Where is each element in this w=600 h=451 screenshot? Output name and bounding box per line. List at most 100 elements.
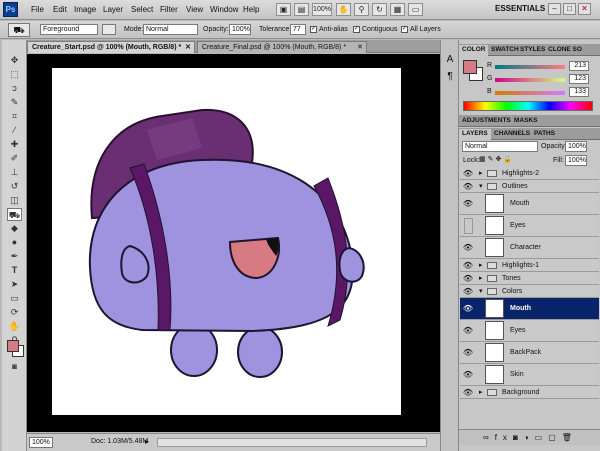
tab-close-icon[interactable]: ✕ [185,42,191,53]
mini-bridge-icon[interactable]: ▤ [294,3,309,16]
eraser-tool-icon[interactable]: ◫ [7,194,22,207]
maximize-icon[interactable]: □ [563,3,576,15]
group-icon[interactable]: ▭ [535,433,549,442]
menu-edit[interactable]: Edit [53,5,67,14]
hand-tool-icon[interactable]: ✋ [7,320,22,333]
menu-view[interactable]: View [186,5,203,14]
group-expand-icon[interactable]: ▸ [479,261,483,269]
screen-mode-icon[interactable]: ▭ [408,3,423,16]
zoom-tool-icon[interactable]: ⚲ [354,3,369,16]
visibility-eye-icon[interactable]: 👁 [461,364,475,385]
blur-tool-icon[interactable]: ◆ [7,222,22,235]
lasso-tool-icon[interactable]: ↄ [7,82,22,95]
mode-select[interactable]: Normal [143,24,198,35]
group-expand-icon[interactable]: ▸ [479,388,483,396]
rotate-view-icon[interactable]: ↻ [372,3,387,16]
opacity-input[interactable]: 100% [229,24,251,35]
layer-row[interactable]: Eyes [460,215,599,237]
layer-row[interactable]: 👁 Eyes [460,320,599,342]
menu-window[interactable]: Window [210,5,238,14]
brush-tool-icon[interactable]: ✐ [7,152,22,165]
pen-tool-icon[interactable]: ✒ [7,250,22,263]
antialias-checkbox[interactable]: ✓ [310,26,317,33]
layer-group-row[interactable]: 👁 ▸ Highlights-2 [460,167,599,180]
foreground-color-swatch[interactable] [7,340,19,352]
visibility-eye-icon[interactable]: 👁 [461,298,475,319]
menu-select[interactable]: Select [131,5,153,14]
arrange-documents-icon[interactable]: ▦ [390,3,405,16]
canvas[interactable] [52,68,401,415]
close-icon[interactable]: ✕ [578,3,591,15]
visibility-eye-icon[interactable]: 👁 [461,237,475,258]
healing-brush-tool-icon[interactable]: ✚ [7,138,22,151]
visibility-eye-icon[interactable]: 👁 [461,180,475,192]
layer-row[interactable]: 👁 BackPack [460,342,599,364]
tab-clone-source[interactable]: CLONE SO [545,45,585,56]
status-menu-arrow-icon[interactable]: ▸ [145,437,149,446]
eyedropper-tool-icon[interactable]: ⁄ [7,124,22,137]
layer-row[interactable]: 👁 Skin [460,364,599,386]
contiguous-checkbox[interactable]: ✓ [353,26,360,33]
lock-icons[interactable]: ▦✎✥🔒 [479,155,514,163]
b-value[interactable]: 133 [569,87,589,97]
tab-styles[interactable]: STYLES [517,45,548,56]
history-brush-tool-icon[interactable]: ↺ [7,180,22,193]
marquee-tool-icon[interactable]: ⬚ [7,68,22,81]
mask-icon[interactable]: ◙ [513,433,524,442]
minimize-icon[interactable]: – [548,3,561,15]
tab-layers[interactable]: LAYERS [459,129,491,140]
b-slider[interactable] [495,91,565,95]
zoom-field[interactable]: 100% [29,437,53,448]
visibility-eye-icon[interactable]: 👁 [461,272,475,284]
type-tool-icon[interactable]: T [7,264,22,277]
bridge-icon[interactable]: ▣ [276,3,291,16]
group-expand-icon[interactable]: ▾ [479,287,483,295]
layer-row[interactable]: 👁 Mouth [460,193,599,215]
tab-creature-final[interactable]: Creature_Final.psd @ 100% (Mouth, RGB/8)… [197,41,367,53]
layer-opacity-input[interactable]: 100% [565,141,587,152]
tolerance-input[interactable]: 77 [290,24,306,35]
menu-file[interactable]: File [31,5,44,14]
color-ramp[interactable] [463,101,593,111]
adjustment-icon[interactable]: ◑ [524,433,535,442]
3d-rotate-tool-icon[interactable]: ⟳ [7,306,22,319]
visibility-eye-icon[interactable]: 👁 [461,285,475,297]
new-layer-icon[interactable]: ▢ [548,433,562,442]
paint-bucket-tool-icon[interactable]: ⛟ [7,208,22,221]
layer-group-row[interactable]: 👁 ▸ Highlights-1 [460,259,599,272]
workspace-switcher[interactable]: ESSENTIALS [495,4,545,13]
paint-bucket-preset-icon[interactable]: ⛟ [8,23,30,37]
move-tool-icon[interactable]: ✥ [7,54,22,67]
blend-mode-select[interactable]: Normal [462,141,538,152]
visibility-eye-icon[interactable]: 👁 [461,193,475,214]
menu-layer[interactable]: Layer [103,5,123,14]
link-layers-icon[interactable]: ∞ [483,433,495,442]
paragraph-panel-icon[interactable]: ¶ [444,71,456,83]
shape-tool-icon[interactable]: ▭ [7,292,22,305]
g-slider[interactable] [495,78,565,82]
dodge-tool-icon[interactable]: ● [7,236,22,249]
g-value[interactable]: 123 [569,74,589,84]
menu-help[interactable]: Help [243,5,259,14]
hand-tool-icon[interactable]: ✋ [336,3,351,16]
all-layers-checkbox[interactable]: ✓ [401,26,408,33]
layer-fill-input[interactable]: 100% [565,155,587,166]
crop-tool-icon[interactable]: ⌗ [7,110,22,123]
quick-mask-icon[interactable]: ◙ [7,360,22,373]
visibility-eye-icon[interactable] [464,218,473,234]
tab-paths[interactable]: PATHS [531,129,558,140]
color-panel-foreground-swatch[interactable] [463,60,477,74]
layer-group-row[interactable]: 👁 ▸ Background [460,386,599,399]
visibility-eye-icon[interactable]: 👁 [461,386,475,398]
visibility-eye-icon[interactable]: 👁 [461,259,475,271]
zoom-level-select[interactable]: 100% [312,3,332,16]
delete-layer-icon[interactable]: 🗑 [562,433,578,442]
layer-row[interactable]: 👁 Character [460,237,599,259]
visibility-eye-icon[interactable]: 👁 [461,167,475,179]
horizontal-scrollbar[interactable] [157,438,427,447]
menu-filter[interactable]: Filter [160,5,178,14]
r-value[interactable]: 213 [569,61,589,71]
tab-close-icon[interactable]: ✕ [357,42,363,53]
layer-group-row[interactable]: 👁 ▾ Colors [460,285,599,298]
clone-stamp-tool-icon[interactable]: ⊥ [7,166,22,179]
